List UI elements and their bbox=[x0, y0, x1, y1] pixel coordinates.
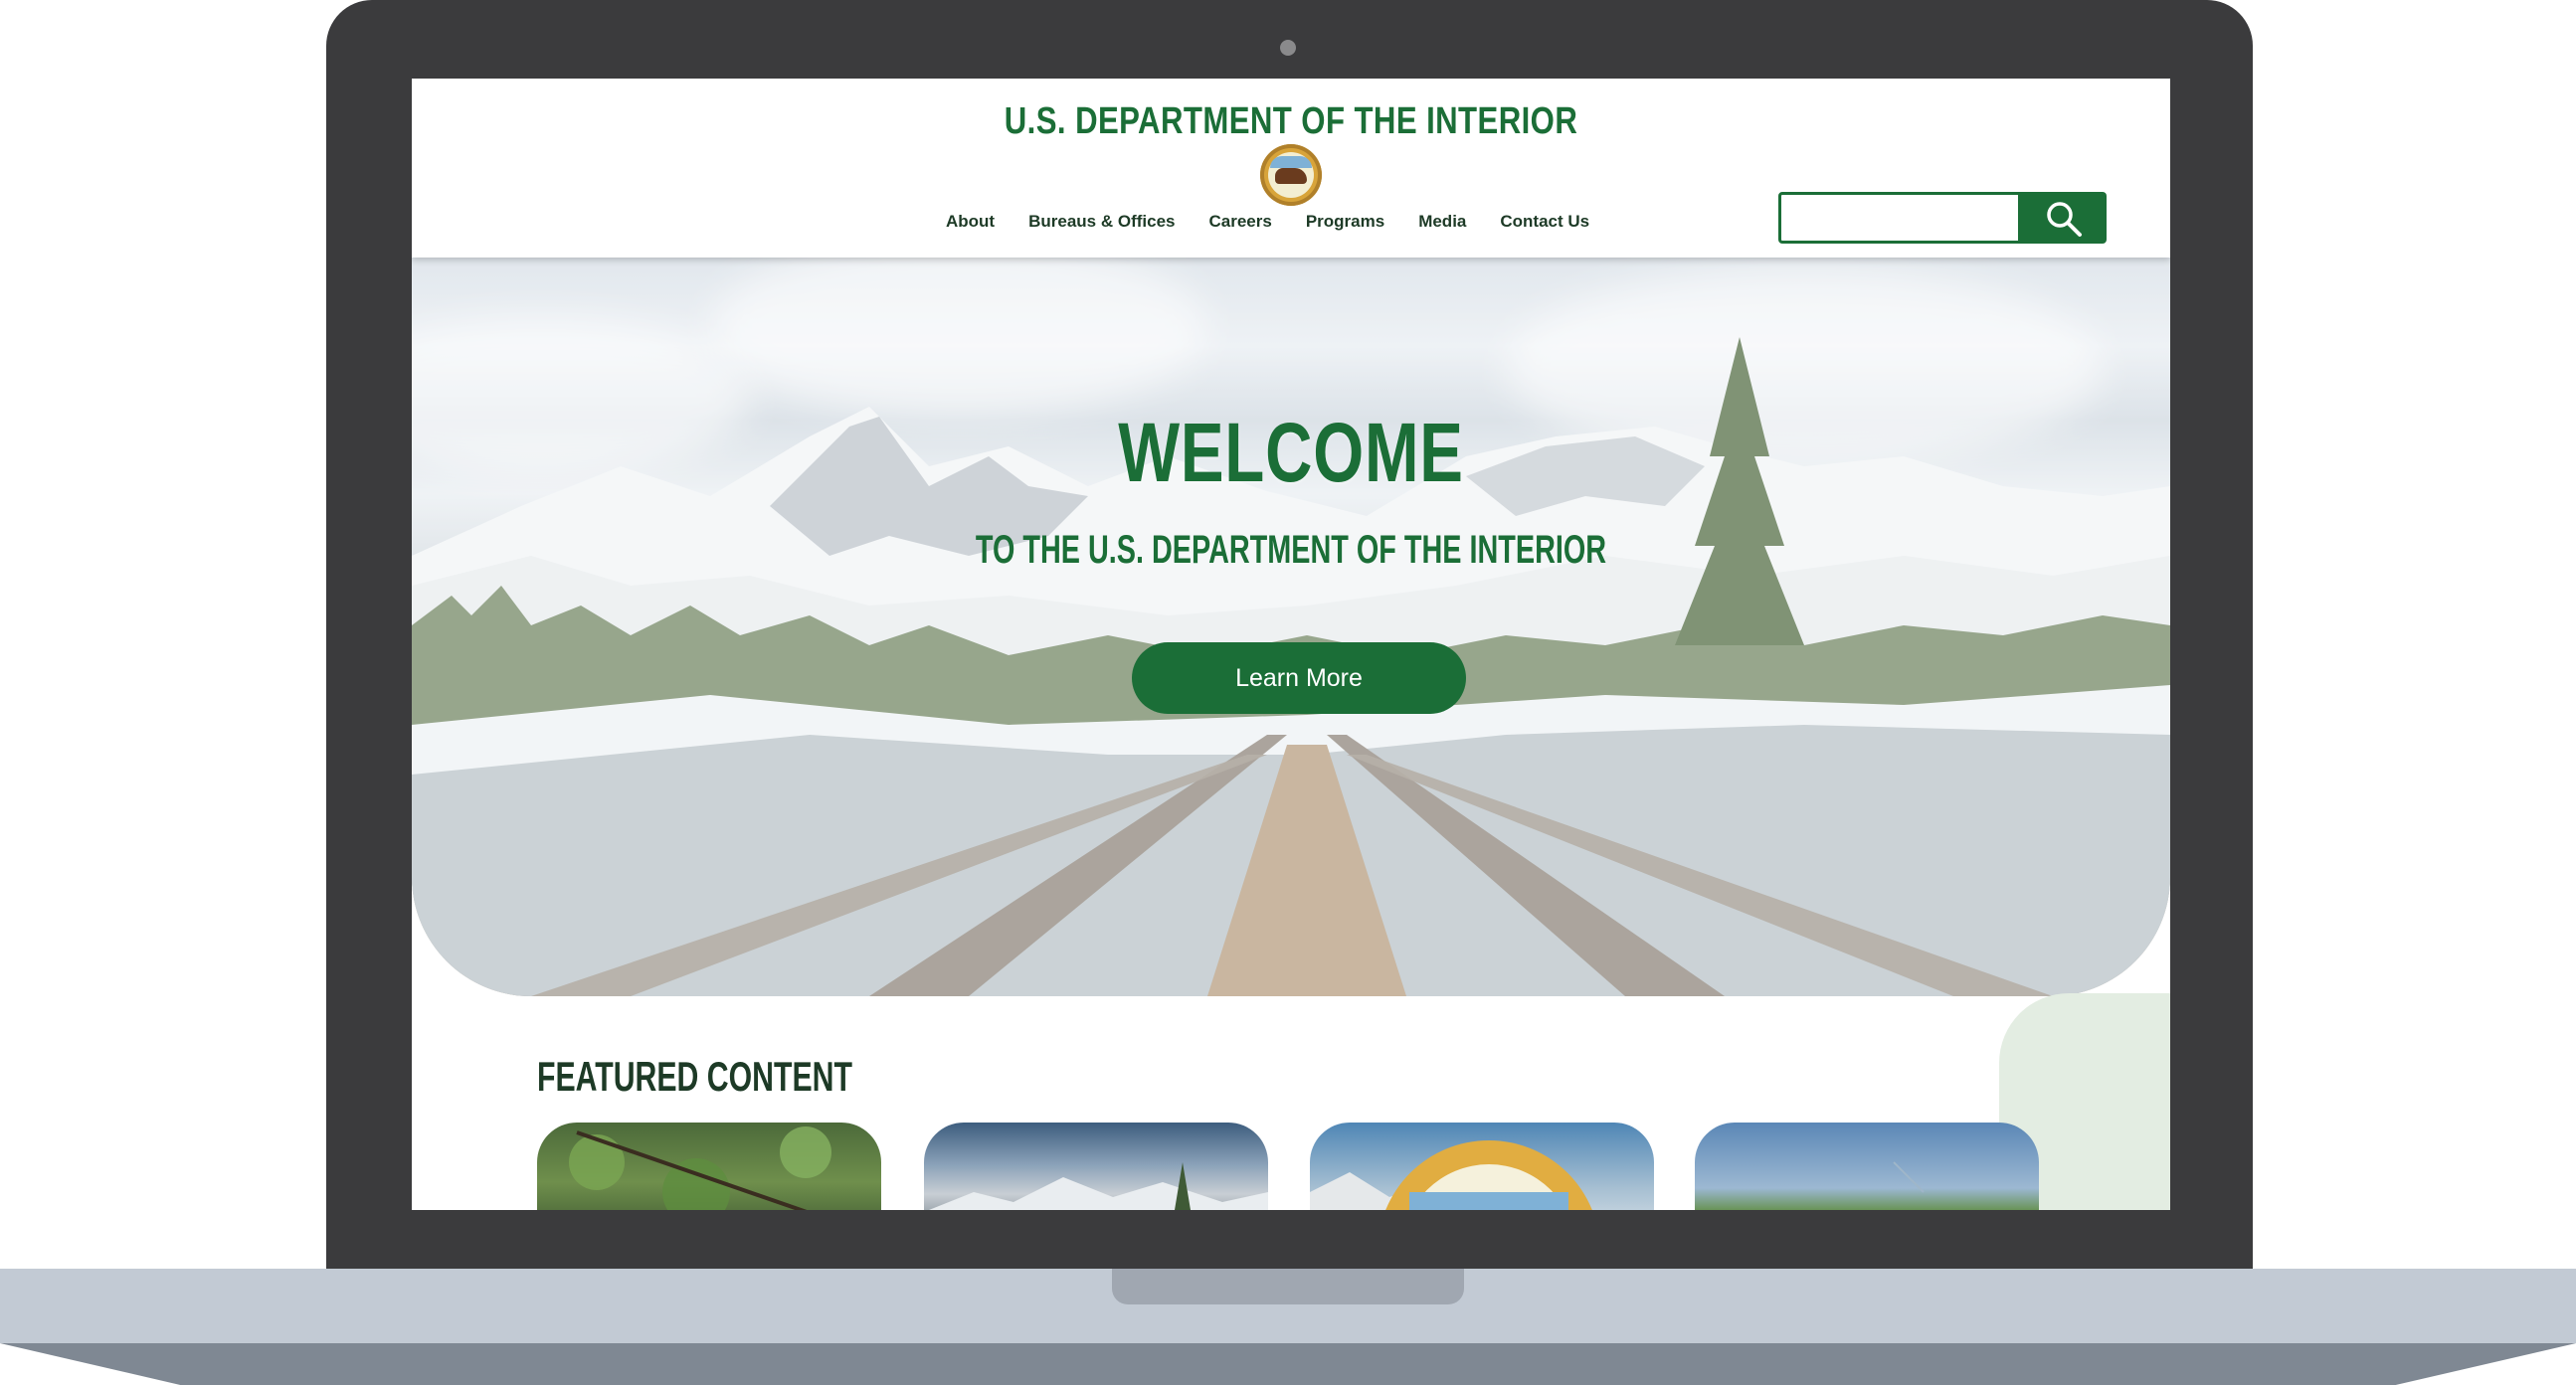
search-button[interactable] bbox=[2019, 192, 2107, 244]
hero-subtitle: TO THE U.S. DEPARTMENT OF THE INTERIOR bbox=[975, 528, 1607, 572]
search-input[interactable] bbox=[1778, 192, 2021, 244]
grass-photo bbox=[569, 1126, 831, 1210]
bison-icon bbox=[1275, 168, 1307, 184]
mountain-photo bbox=[929, 1162, 1268, 1210]
laptop-base-bottom bbox=[0, 1343, 2576, 1385]
featured-card-prairie[interactable] bbox=[1695, 1123, 2039, 1210]
nav-item-programs[interactable]: Programs bbox=[1289, 212, 1401, 232]
featured-content-heading: FEATURED CONTENT bbox=[537, 1053, 852, 1100]
site-title[interactable]: U.S. DEPARTMENT OF THE INTERIOR bbox=[570, 100, 2012, 143]
featured-card-doi-seal[interactable] bbox=[1310, 1123, 1654, 1210]
nav-item-contact-us[interactable]: Contact Us bbox=[1483, 212, 1606, 232]
doi-seal-icon[interactable] bbox=[1260, 144, 1322, 206]
site-header: U.S. DEPARTMENT OF THE INTERIOR About Bu… bbox=[412, 79, 2170, 258]
prairie-photo bbox=[1893, 1161, 1925, 1193]
nav-item-media[interactable]: Media bbox=[1401, 212, 1483, 232]
hero-banner: WELCOME TO THE U.S. DEPARTMENT OF THE IN… bbox=[412, 258, 2170, 996]
doi-seal-photo bbox=[1310, 1140, 1592, 1210]
nav-item-bureaus-offices[interactable]: Bureaus & Offices bbox=[1012, 212, 1192, 232]
featured-card-mountains[interactable] bbox=[924, 1123, 1268, 1210]
learn-more-button[interactable]: Learn More bbox=[1132, 642, 1466, 714]
nav-item-about[interactable]: About bbox=[929, 212, 1012, 232]
laptop-notch bbox=[1112, 1269, 1464, 1304]
mountain-landscape-image bbox=[412, 258, 2170, 996]
camera-icon bbox=[1280, 40, 1296, 56]
website-screen: WELCOME TO THE U.S. DEPARTMENT OF THE IN… bbox=[412, 79, 2170, 1210]
featured-card-grass[interactable] bbox=[537, 1123, 881, 1210]
main-nav: About Bureaus & Offices Careers Programs… bbox=[929, 212, 1606, 232]
nav-item-careers[interactable]: Careers bbox=[1192, 212, 1288, 232]
hero-welcome-heading: WELCOME bbox=[1118, 406, 1464, 499]
search-icon bbox=[2047, 202, 2082, 237]
seal-sky bbox=[1270, 156, 1312, 168]
